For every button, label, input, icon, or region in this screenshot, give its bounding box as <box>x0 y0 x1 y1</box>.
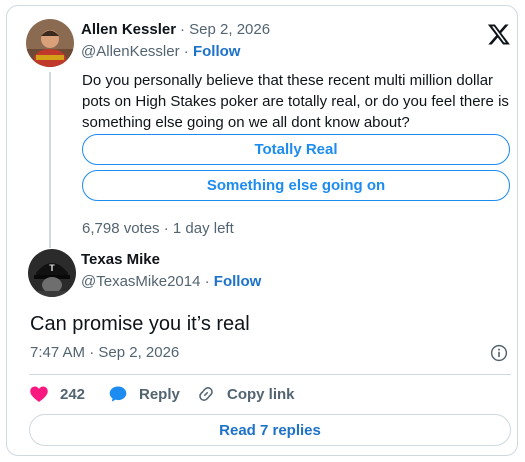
copy-link-button[interactable]: Copy link <box>196 384 295 404</box>
author-handle[interactable]: @TexasMike2014 <box>81 273 200 290</box>
poll-summary: 6,798 votes · 1 day left <box>82 220 234 237</box>
tweet-text: Can promise you it’s real <box>30 313 250 335</box>
heart-icon <box>30 386 48 402</box>
reply-label: Reply <box>139 385 180 403</box>
thread-connector-line <box>49 72 51 248</box>
tweet-timestamp[interactable]: 7:47 AM · Sep 2, 2026 <box>30 344 179 361</box>
like-count: 242 <box>60 385 86 403</box>
link-icon <box>199 387 213 401</box>
speech-bubble-icon <box>109 386 127 402</box>
divider <box>29 374 511 375</box>
separator-dot: · <box>183 43 189 60</box>
svg-text:T: T <box>49 263 55 273</box>
tweet-text: Do you personally believe that these rec… <box>82 72 509 131</box>
reply-button[interactable]: Reply <box>108 384 180 404</box>
separator-dot: · <box>204 273 210 290</box>
follow-button[interactable]: Follow <box>193 43 241 60</box>
author-handle[interactable]: @AllenKessler <box>81 43 180 60</box>
author-name[interactable]: Texas Mike <box>81 251 160 268</box>
embedded-tweet-card: Allen Kessler · Sep 2, 2026 @AllenKessle… <box>6 5 518 456</box>
read-replies-button[interactable]: Read 7 replies <box>29 414 511 446</box>
poll-option-something-else[interactable]: Something else going on <box>82 170 510 201</box>
x-logo-icon[interactable] <box>487 22 511 46</box>
like-button[interactable]: 242 <box>29 384 85 404</box>
follow-button[interactable]: Follow <box>214 273 262 290</box>
poll-option-totally-real[interactable]: Totally Real <box>82 134 510 165</box>
avatar[interactable] <box>26 19 74 67</box>
author-name[interactable]: Allen Kessler <box>81 21 176 38</box>
copy-link-label: Copy link <box>227 385 295 403</box>
tweet-date[interactable]: · Sep 2, 2026 <box>180 21 270 38</box>
info-icon[interactable] <box>490 344 508 362</box>
avatar[interactable]: T <box>28 249 76 297</box>
